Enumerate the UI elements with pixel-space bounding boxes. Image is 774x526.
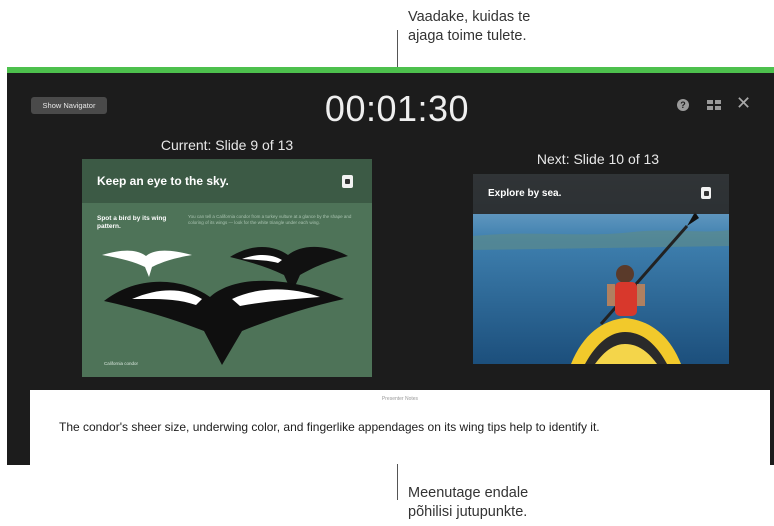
- close-icon[interactable]: ✕: [736, 93, 751, 113]
- notes-callout-line2: põhilisi jutupunkte.: [408, 504, 528, 520]
- next-slide-preview: Explore by sea.: [473, 174, 729, 364]
- next-slide-title: Explore by sea.: [488, 188, 562, 199]
- timer-callout-line1: Vaadake, kuidas te: [408, 9, 531, 25]
- presenter-notes-panel[interactable]: Presenter Notes The condor's sheer size,…: [30, 390, 770, 465]
- current-slide-caption: California condor: [104, 361, 139, 366]
- layout-icon[interactable]: [707, 100, 721, 111]
- timer-callout-line2: ajaga toime tulete.: [408, 28, 527, 44]
- notes-callout: Meenutage endale põhilisi jutupunkte.: [408, 484, 528, 522]
- presenter-display: Show Navigator 00:01:30 ? ✕ Current: Sli…: [7, 67, 774, 465]
- question-icon[interactable]: ?: [677, 99, 689, 111]
- slide-badge-icon: [701, 187, 711, 199]
- presenter-notes-text[interactable]: The condor's sheer size, underwing color…: [59, 420, 600, 434]
- timer-callout: Vaadake, kuidas te ajaga toime tulete.: [408, 8, 530, 46]
- notes-callout-leader: [397, 464, 398, 500]
- current-slide-label: Current: Slide 9 of 13: [160, 137, 294, 153]
- presenter-notes-label: Presenter Notes: [381, 396, 419, 402]
- notes-callout-line1: Meenutage endale: [408, 485, 529, 501]
- bird-silhouettes-image: [102, 246, 348, 365]
- next-slide-label: Next: Slide 10 of 13: [536, 151, 660, 167]
- presentation-timer[interactable]: 00:01:30: [7, 88, 774, 130]
- presentation-status-bar: [7, 67, 774, 73]
- current-slide-preview: Keep an eye to the sky. Spot a bird by i…: [82, 159, 372, 377]
